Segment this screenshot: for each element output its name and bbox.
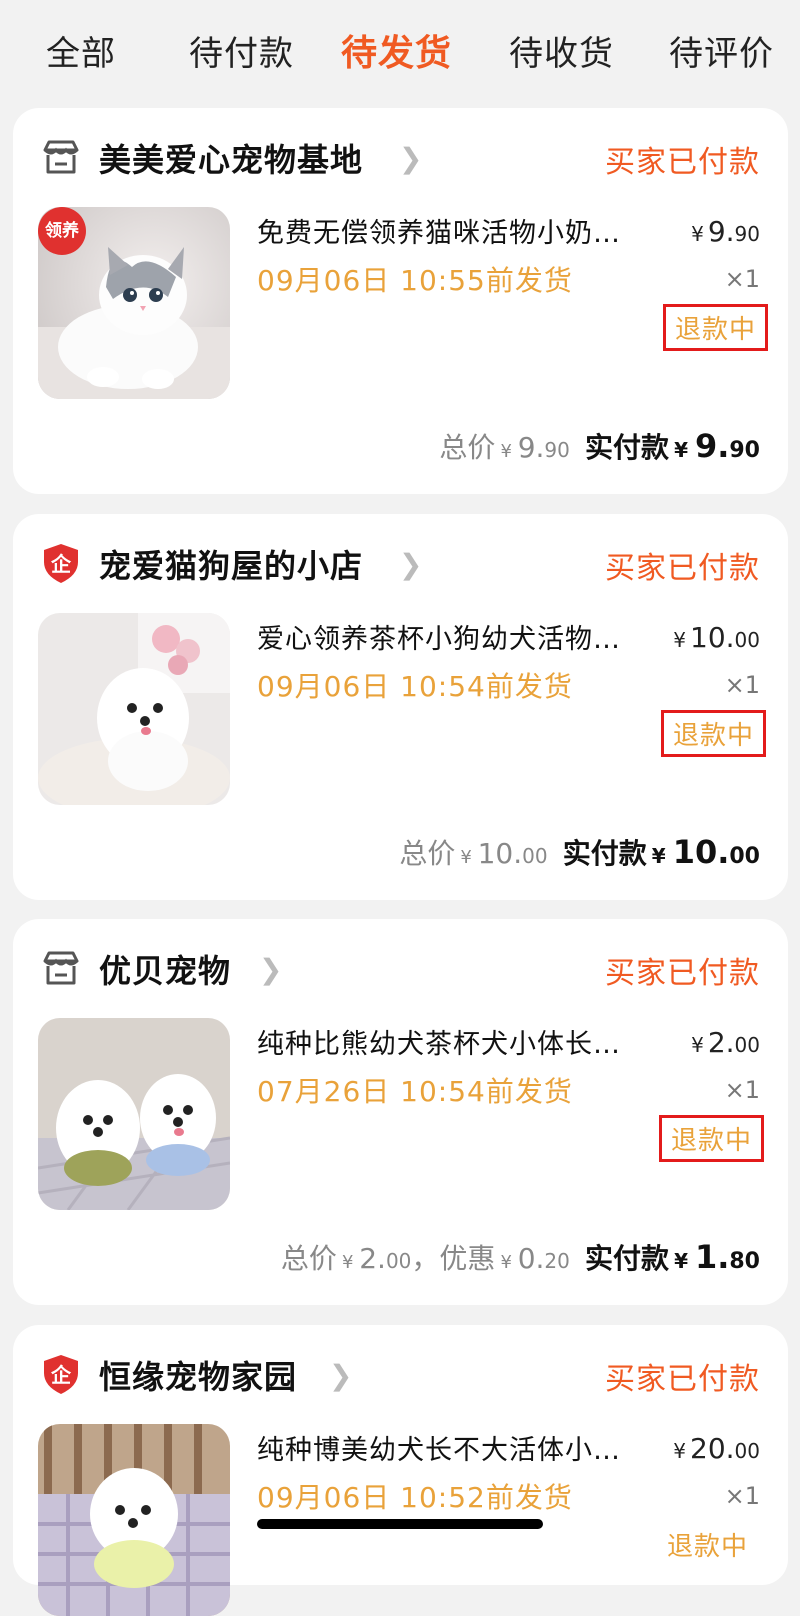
store-name[interactable]: 宠爱猫狗屋的小店: [99, 541, 363, 587]
refund-status[interactable]: 退款中: [655, 1521, 760, 1568]
order-total: 总价 ¥ 10.00 实付款 ¥ 10.00: [399, 833, 760, 871]
quantity: ×1: [724, 671, 760, 699]
product-image-pomeranian[interactable]: [38, 613, 230, 805]
product-image-kitten[interactable]: 领养: [38, 207, 230, 399]
store-name[interactable]: 恒缘宠物家园: [99, 1352, 297, 1398]
unit-price: ¥20.00: [673, 1432, 760, 1465]
store-name[interactable]: 美美爱心宠物基地: [99, 135, 363, 181]
unit-price: ¥2.00: [691, 1026, 760, 1059]
refund-status[interactable]: 退款中: [660, 710, 766, 757]
product-image-pomeranian-puppy[interactable]: [38, 1424, 230, 1616]
store-header[interactable]: 优贝宠物 ❯ 买家已付款: [13, 919, 788, 1014]
tab-all[interactable]: 全部: [46, 26, 116, 75]
quantity: ×1: [724, 265, 760, 293]
svg-text:企: 企: [50, 1363, 72, 1387]
quantity: ×1: [724, 1482, 760, 1510]
product-title[interactable]: 爱心领养茶杯小狗幼犬活物…: [257, 617, 657, 656]
chevron-right-icon: ❯: [399, 548, 423, 581]
order-tabs: 全部 待付款 待发货 待收货 待评价: [0, 0, 800, 100]
shop-icon: [43, 140, 79, 174]
ship-deadline: 07月26日 10:54前发货: [257, 1075, 573, 1108]
store-header[interactable]: 美美爱心宠物基地 ❯ 买家已付款: [13, 108, 788, 203]
tab-pending-payment[interactable]: 待付款: [189, 26, 294, 75]
svg-text:企: 企: [50, 552, 72, 576]
home-indicator[interactable]: [257, 1519, 543, 1529]
order-status: 买家已付款: [605, 145, 760, 180]
order-card: 企 宠爱猫狗屋的小店 ❯ 买家已付款 爱心领养茶杯小狗幼犬活物… ¥10.00 …: [13, 514, 788, 900]
product-title[interactable]: 纯种比熊幼犬茶杯犬小体长…: [257, 1022, 657, 1061]
order-card: 优贝宠物 ❯ 买家已付款 纯种比熊幼犬茶杯犬小体长… ¥2.00 07月26日 …: [13, 919, 788, 1305]
refund-status[interactable]: 退款中: [662, 304, 768, 351]
enterprise-shield-icon: 企: [44, 544, 78, 583]
store-header[interactable]: 企 宠爱猫狗屋的小店 ❯ 买家已付款: [13, 514, 788, 609]
chevron-right-icon: ❯: [399, 142, 423, 175]
tab-pending-receipt[interactable]: 待收货: [509, 26, 614, 75]
shop-icon: [43, 951, 79, 985]
discount-label: ，优惠: [411, 1242, 496, 1275]
order-status: 买家已付款: [605, 551, 760, 586]
order-status: 买家已付款: [605, 956, 760, 991]
ship-deadline: 09月06日 10:54前发货: [257, 670, 573, 703]
product-title[interactable]: 免费无偿领养猫咪活物小奶…: [257, 211, 657, 250]
store-name[interactable]: 优贝宠物: [99, 946, 231, 992]
order-total: 总价 ¥ 9.90 实付款 ¥ 9.90: [439, 427, 760, 465]
tab-pending-review[interactable]: 待评价: [669, 26, 774, 75]
chevron-right-icon: ❯: [329, 1359, 353, 1392]
refund-status[interactable]: 退款中: [658, 1115, 764, 1162]
quantity: ×1: [724, 1076, 760, 1104]
discount-amount: ¥ 0.20: [500, 1242, 570, 1275]
product-title[interactable]: 纯种博美幼犬长不大活体小…: [257, 1428, 657, 1467]
order-total: 总价 ¥ 2.00，优惠 ¥ 0.20 实付款 ¥ 1.80: [280, 1238, 760, 1276]
enterprise-shield-icon: 企: [44, 1355, 78, 1394]
tab-pending-shipment[interactable]: 待发货: [341, 24, 452, 76]
product-image-bichon[interactable]: [38, 1018, 230, 1210]
order-card: 企 恒缘宠物家园 ❯ 买家已付款 纯种博美幼犬长不大活体小… ¥20.00 09…: [13, 1325, 788, 1616]
unit-price: ¥10.00: [673, 621, 760, 654]
adoption-badge: 领养: [38, 207, 86, 255]
unit-price: ¥9.90: [691, 215, 760, 248]
ship-deadline: 09月06日 10:55前发货: [257, 264, 573, 297]
order-card: 美美爱心宠物基地 ❯ 买家已付款 领养 免费无偿领养猫咪活物小奶… ¥ 9.90…: [13, 108, 788, 494]
order-status: 买家已付款: [605, 1362, 760, 1397]
chevron-right-icon: ❯: [259, 953, 283, 986]
ship-deadline: 09月06日 10:52前发货: [257, 1481, 573, 1514]
store-header[interactable]: 企 恒缘宠物家园 ❯ 买家已付款: [13, 1325, 788, 1420]
